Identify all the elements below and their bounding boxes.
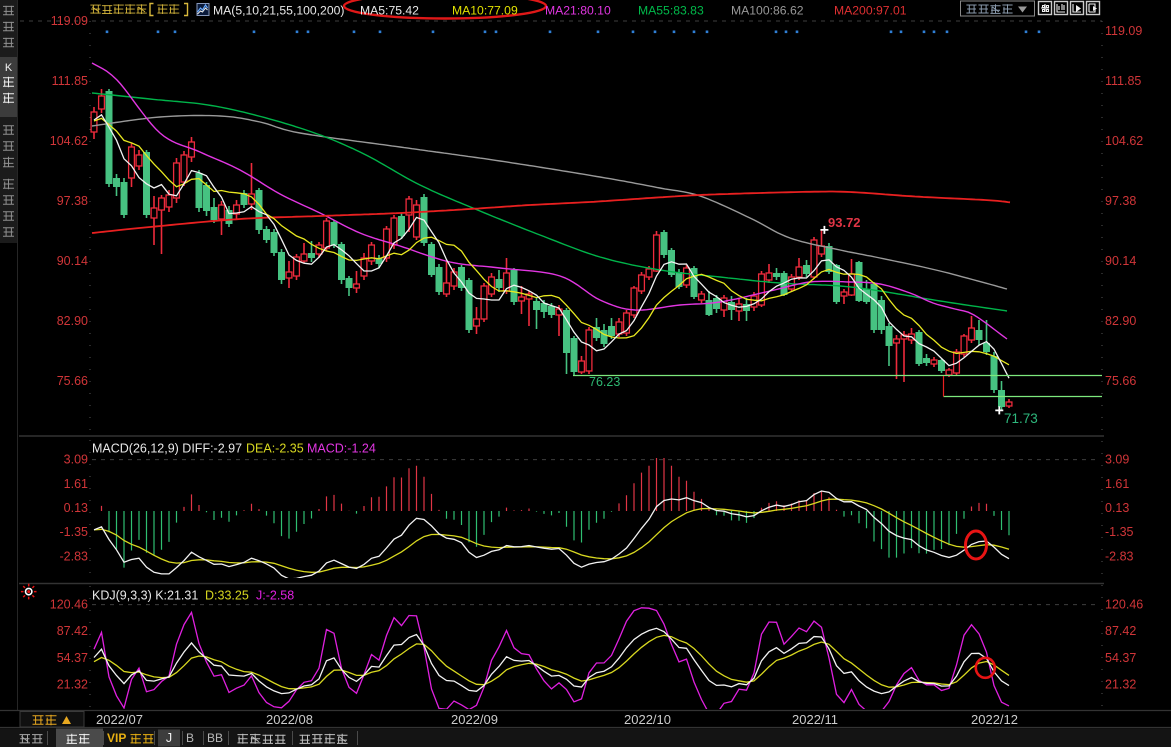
- svg-text:D:33.25: D:33.25: [205, 589, 249, 603]
- svg-text:3.09: 3.09: [1105, 453, 1129, 467]
- svg-text:71.73: 71.73: [1004, 411, 1038, 426]
- svg-text:DEA:-2.35: DEA:-2.35: [246, 442, 304, 456]
- svg-text:93.72: 93.72: [828, 215, 861, 230]
- svg-text:119.09: 119.09: [51, 14, 88, 28]
- svg-text:75.66: 75.66: [57, 374, 88, 388]
- svg-text:111.85: 111.85: [1105, 74, 1141, 88]
- svg-text:54.37: 54.37: [1105, 651, 1136, 665]
- svg-text:KDJ(9,3,3) K:21.31: KDJ(9,3,3) K:21.31: [92, 589, 198, 603]
- svg-text:2022/11: 2022/11: [792, 712, 838, 727]
- svg-text:0.13: 0.13: [64, 501, 88, 515]
- svg-text:82.90: 82.90: [57, 314, 88, 328]
- svg-text:111.85: 111.85: [52, 74, 88, 88]
- svg-text:90.14: 90.14: [1105, 254, 1136, 268]
- svg-text:2022/10: 2022/10: [624, 712, 671, 727]
- svg-text:1.61: 1.61: [1105, 477, 1129, 491]
- svg-text:VIP: VIP: [107, 731, 126, 745]
- svg-text:104.62: 104.62: [1105, 134, 1143, 148]
- svg-text:97.38: 97.38: [57, 194, 88, 208]
- svg-text:MA55:83.83: MA55:83.83: [638, 4, 704, 18]
- svg-text:MA5:75.42: MA5:75.42: [360, 4, 419, 18]
- svg-text:2022/09: 2022/09: [451, 712, 498, 727]
- svg-text:MA(5,10,21,55,100,200): MA(5,10,21,55,100,200): [213, 4, 344, 18]
- svg-text:BB: BB: [207, 731, 223, 745]
- svg-text:2022/07: 2022/07: [96, 712, 143, 727]
- svg-text:-1.35: -1.35: [1105, 525, 1134, 539]
- svg-text:J: J: [166, 731, 172, 745]
- svg-text:MACD:-1.24: MACD:-1.24: [307, 442, 376, 456]
- svg-text:21.32: 21.32: [1105, 678, 1136, 692]
- svg-text:75.66: 75.66: [1105, 374, 1136, 388]
- svg-text:MA200:97.01: MA200:97.01: [834, 4, 907, 18]
- svg-text:120.46: 120.46: [1105, 598, 1143, 612]
- svg-text:2022/12: 2022/12: [971, 712, 1018, 727]
- svg-text:97.38: 97.38: [1105, 194, 1136, 208]
- svg-text:MA21:80.10: MA21:80.10: [545, 4, 611, 18]
- svg-text:82.90: 82.90: [1105, 314, 1136, 328]
- svg-text:76.23: 76.23: [589, 375, 620, 389]
- svg-text:B: B: [186, 731, 194, 745]
- svg-text:-2.83: -2.83: [60, 549, 89, 563]
- svg-text:MACD(26,12,9) DIFF:-2.97: MACD(26,12,9) DIFF:-2.97: [92, 442, 242, 456]
- svg-text:119.09: 119.09: [1105, 24, 1142, 38]
- svg-text:-1.35: -1.35: [60, 525, 89, 539]
- svg-text:1.61: 1.61: [64, 477, 88, 491]
- svg-text:0.13: 0.13: [1105, 501, 1129, 515]
- svg-text:104.62: 104.62: [50, 134, 88, 148]
- svg-text:90.14: 90.14: [57, 254, 88, 268]
- svg-text:2022/08: 2022/08: [266, 712, 313, 727]
- svg-text:120.46: 120.46: [50, 598, 88, 612]
- svg-text:3.09: 3.09: [64, 453, 88, 467]
- svg-text:87.42: 87.42: [57, 624, 88, 638]
- svg-text:54.37: 54.37: [57, 651, 88, 665]
- svg-text:J:-2.58: J:-2.58: [256, 589, 294, 603]
- svg-text:21.32: 21.32: [57, 678, 88, 692]
- svg-text:MA10:77.09: MA10:77.09: [452, 4, 518, 18]
- svg-text:K: K: [5, 62, 13, 74]
- svg-text:-2.83: -2.83: [1105, 549, 1134, 563]
- svg-text:87.42: 87.42: [1105, 624, 1136, 638]
- svg-text:MA100:86.62: MA100:86.62: [731, 4, 804, 18]
